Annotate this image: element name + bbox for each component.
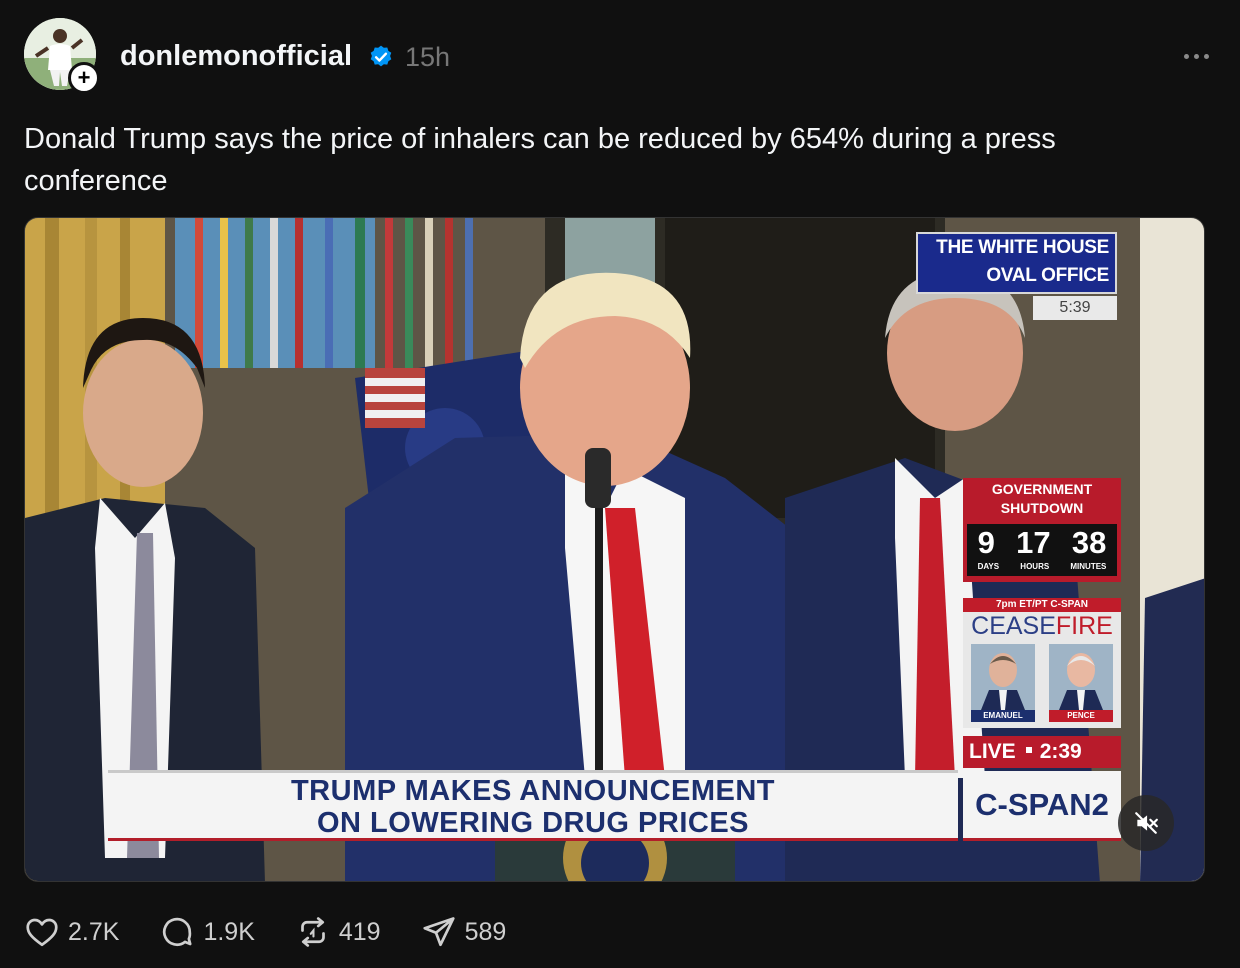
- network-logo: C-SPAN2: [963, 771, 1121, 838]
- live-indicator: LIVE 2:39: [963, 736, 1121, 768]
- avatar[interactable]: +: [24, 18, 100, 94]
- promo-guest-photo: PENCE: [1049, 644, 1113, 722]
- shutdown-days-label: DAYS: [977, 562, 1000, 571]
- shutdown-counter: 9 17 38 DAYS HOURS MINUTES: [967, 524, 1117, 576]
- chyron-line1: TRUMP MAKES ANNOUNCEMENT: [290, 775, 776, 807]
- location-time: 5:39: [1033, 296, 1117, 320]
- speaker-muted-icon: [1135, 812, 1158, 834]
- location-line1: THE WHITE HOUSE: [936, 237, 1109, 258]
- live-label: LIVE: [969, 740, 1016, 763]
- program-promo: 7pm ET/PT C-SPAN CEASEFIRE EMANUEL PENCE: [963, 598, 1121, 728]
- follow-button[interactable]: +: [68, 62, 100, 94]
- promo-guest2: PENCE: [1049, 710, 1113, 722]
- more-dot-icon: [1183, 53, 1189, 59]
- live-dot-icon: [1025, 747, 1032, 754]
- shutdown-counter-box: GOVERNMENT SHUTDOWN 9 17 38 DAYS HOURS M…: [963, 478, 1121, 582]
- comment-icon: [163, 917, 192, 947]
- promo-guest1: EMANUEL: [971, 710, 1035, 722]
- share-count: 589: [464, 917, 507, 946]
- send-icon: [422, 917, 455, 947]
- news-chyron: TRUMP MAKES ANNOUNCEMENT ON LOWERING DRU…: [108, 770, 958, 839]
- post-actions: 2.7K 1.9K 419 589: [24, 912, 546, 952]
- like-count: 2.7K: [68, 917, 120, 946]
- chyron-line2: ON LOWERING DRUG PRICES: [316, 807, 749, 839]
- comment-count: 1.9K: [203, 917, 255, 946]
- mute-toggle-button[interactable]: [1118, 795, 1174, 851]
- repost-button[interactable]: 419: [295, 914, 381, 950]
- live-time: 2:39: [1039, 740, 1082, 763]
- video-player[interactable]: THE WHITE HOUSE OVAL OFFICE 5:39 GOVERNM…: [24, 217, 1205, 882]
- promo-time: 7pm ET/PT C-SPAN: [963, 598, 1121, 612]
- promo-title: CEASEFIRE: [963, 612, 1121, 640]
- more-dot-icon: [1193, 53, 1199, 59]
- post-caption: Donald Trump says the price of inhalers …: [24, 123, 1056, 197]
- shutdown-hours-label: HOURS: [1020, 562, 1050, 571]
- promo-title-part2: FIRE: [1055, 612, 1113, 640]
- shutdown-minutes-label: MINUTES: [1070, 562, 1107, 571]
- shutdown-title-line2: SHUTDOWN: [1000, 500, 1084, 516]
- more-options-button[interactable]: [1176, 46, 1216, 66]
- shutdown-title-line1: GOVERNMENT: [991, 481, 1093, 497]
- shutdown-hours: 17: [1016, 525, 1051, 560]
- shutdown-minutes: 38: [1071, 525, 1107, 560]
- more-dot-icon: [1203, 53, 1209, 59]
- like-button[interactable]: 2.7K: [24, 914, 119, 950]
- comment-button[interactable]: 1.9K: [159, 914, 255, 950]
- post-timestamp: 15h: [405, 42, 451, 72]
- location-line2: OVAL OFFICE: [986, 265, 1109, 286]
- chyron-divider: [108, 838, 958, 841]
- share-button[interactable]: 589: [421, 914, 507, 950]
- heart-icon: [26, 918, 58, 947]
- repost-icon: [301, 917, 325, 947]
- username[interactable]: donlemonofficial: [120, 40, 352, 73]
- repost-count: 419: [338, 917, 381, 946]
- promo-guest-photo: EMANUEL: [971, 644, 1035, 722]
- network-logo-divider: [963, 838, 1121, 841]
- verified-badge-icon: [370, 45, 392, 67]
- location-bug: THE WHITE HOUSE OVAL OFFICE: [916, 232, 1117, 294]
- shutdown-days: 9: [977, 525, 995, 560]
- post-header: + donlemonofficial 15h: [24, 18, 1216, 94]
- promo-title-part1: CEASE: [971, 612, 1056, 640]
